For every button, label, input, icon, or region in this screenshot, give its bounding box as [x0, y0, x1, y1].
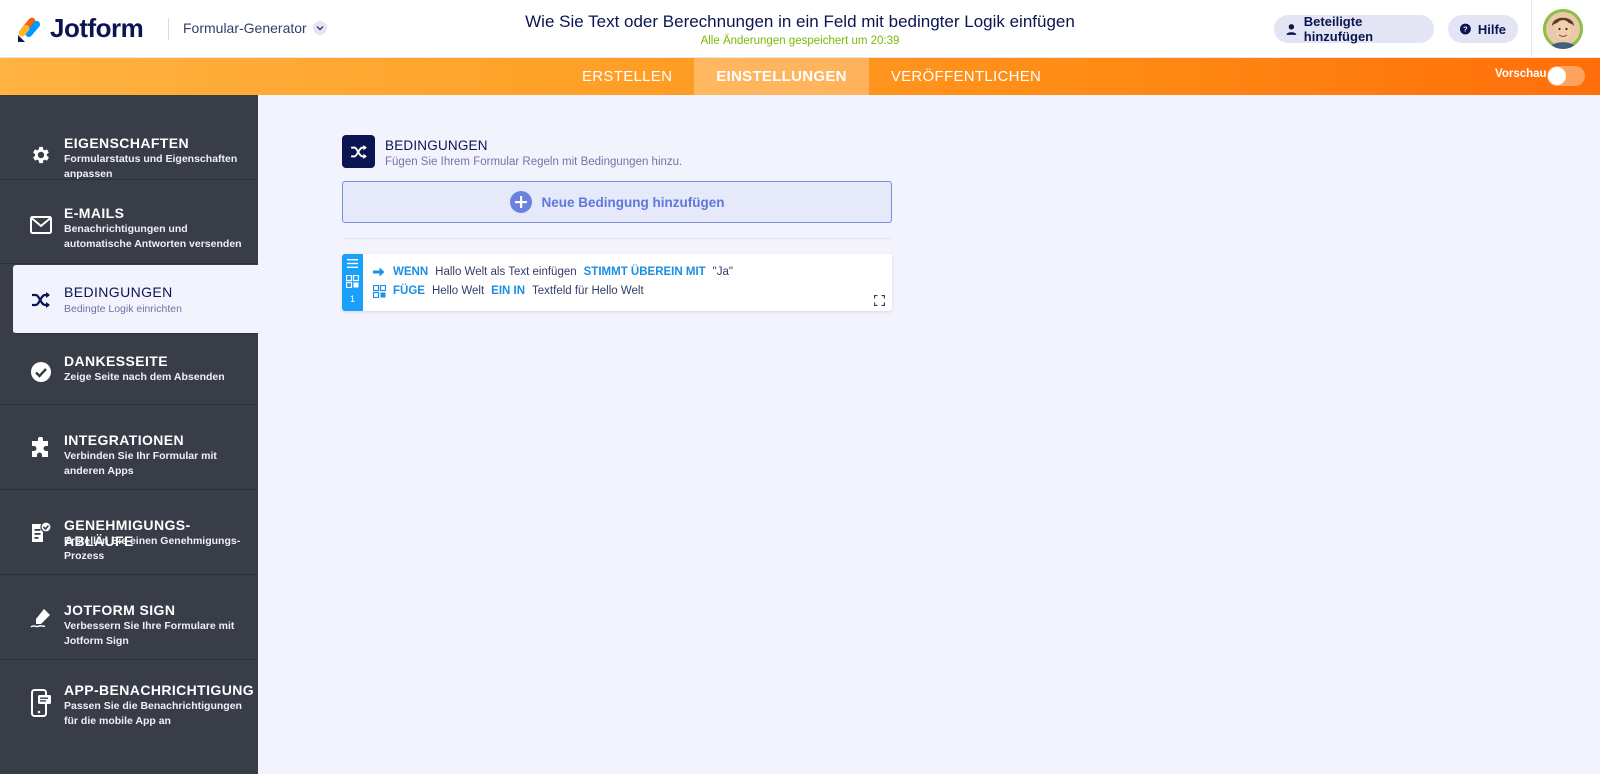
sidebar-item-desc: Benachrichtigungen und automatische Antw…: [64, 223, 242, 250]
drag-handle-icon: [347, 259, 358, 268]
settings-sidebar: EIGENSCHAFTEN Formularstatus und Eigensc…: [0, 95, 258, 774]
add-condition-label: Neue Bedingung hinzufügen: [541, 194, 725, 210]
approval-icon: [29, 521, 53, 545]
sidebar-item-title: INTEGRATIONEN: [64, 432, 185, 448]
builder-label: Formular-Generator: [183, 20, 307, 36]
pen-sign-icon: [29, 606, 53, 630]
sidebar-item-desc: Verbessern Sie Ihre Formulare mit Jotfor…: [64, 620, 235, 647]
conditions-badge: [342, 135, 375, 168]
sidebar-item-integrationen[interactable]: INTEGRATIONEN Verbinden Sie Ihr Formular…: [0, 406, 258, 490]
builder-navbar: ERSTELLEN EINSTELLUNGEN VERÖFFENTLICHEN …: [0, 58, 1600, 95]
sidebar-item-desc: Verbinden Sie Ihr Formular mit anderen A…: [64, 450, 217, 477]
form-title-area: Wie Sie Text oder Berechnungen in ein Fe…: [400, 12, 1200, 47]
logo-text: Jotform: [50, 13, 144, 43]
sidebar-item-bedingungen[interactable]: BEDINGUNGEN Bedingte Logik einrichten: [13, 265, 258, 334]
condition-rule[interactable]: 1 WENN Hallo Welt als Text einfügen STIM…: [342, 254, 892, 311]
sidebar-item-genehmigungs-ablaeufe[interactable]: GENEHMIGUNGS-ABLÄUFE Erstellen Sie einen…: [0, 491, 258, 575]
help-label: Hilfe: [1477, 21, 1506, 37]
sidebar-item-desc: Bedingte Logik einrichten: [64, 303, 182, 315]
rule-if-line: WENN Hallo Welt als Text einfügen STIMMT…: [372, 265, 733, 279]
tab-veroeffentlichen[interactable]: VERÖFFENTLICHEN: [869, 58, 1063, 95]
mobile-notification-icon: [29, 689, 53, 717]
conditions-subtitle: Fügen Sie Ihrem Formular Regeln mit Bedi…: [385, 156, 683, 168]
builder-dropdown[interactable]: Formular-Generator: [183, 20, 327, 36]
avatar[interactable]: [1543, 9, 1583, 49]
sidebar-item-eigenschaften[interactable]: EIGENSCHAFTEN Formularstatus und Eigensc…: [0, 95, 258, 180]
rule-type-icon: [346, 275, 359, 288]
jotform-logo[interactable]: Jotform: [16, 13, 144, 44]
sidebar-item-title: E-MAILS: [64, 205, 125, 221]
expand-icon[interactable]: [874, 295, 885, 306]
plus-circle-icon: [509, 191, 532, 213]
builder-tabs: ERSTELLEN EINSTELLUNGEN VERÖFFENTLICHEN: [560, 58, 1063, 95]
rule-target-field: Textfeld für Hello Welt: [532, 285, 644, 297]
help-button[interactable]: ? Hilfe: [1448, 15, 1518, 43]
rule-number: 1: [349, 294, 355, 304]
rule-action-line: FÜGE Hello Welt EIN IN Textfeld für Hell…: [372, 284, 644, 298]
add-condition-button[interactable]: Neue Bedingung hinzufügen: [342, 181, 892, 223]
check-circle-icon: [29, 360, 53, 384]
sidebar-item-app-benachrichtigung[interactable]: APP-BENACHRICHTIGUNG Passen Sie die Bena…: [0, 661, 258, 774]
rule-if-field: Hallo Welt als Text einfügen: [435, 266, 577, 278]
sidebar-item-desc: Formularstatus und Eigenschaften anpasse…: [64, 153, 238, 180]
preview-label: Vorschau: [1495, 68, 1547, 80]
rule-action-value: Hello Welt: [431, 285, 485, 297]
shuffle-icon: [350, 144, 367, 159]
calculation-grid-icon: [372, 284, 386, 298]
sidebar-item-desc: Zeige Seite nach dem Absenden: [64, 371, 225, 383]
rule-action-keyword: FÜGE: [393, 285, 425, 297]
sidebar-item-title: JOTFORM SIGN: [64, 602, 176, 618]
form-title[interactable]: Wie Sie Text oder Berechnungen in ein Fe…: [400, 12, 1200, 32]
tab-erstellen[interactable]: ERSTELLEN: [560, 58, 694, 95]
arrow-right-icon: [372, 265, 386, 279]
sidebar-item-title: DANKESSEITE: [64, 353, 168, 369]
rule-if-keyword: WENN: [393, 266, 429, 278]
toggle-knob: [1548, 67, 1566, 85]
preview-toggle[interactable]: [1547, 66, 1585, 86]
saved-status: Alle Änderungen gespeichert um 20:39: [700, 35, 900, 47]
question-circle-icon: ?: [1460, 23, 1471, 35]
chevron-down-icon: [312, 21, 327, 35]
rule-handle[interactable]: 1: [342, 254, 363, 311]
sidebar-item-emails[interactable]: E-MAILS Benachrichtigungen und automatis…: [0, 180, 258, 264]
tab-einstellungen[interactable]: EINSTELLUNGEN: [694, 58, 869, 95]
conditions-divider: [342, 238, 892, 239]
user-icon: [1286, 23, 1297, 35]
rule-operator: STIMMT ÜBEREIN MIT: [583, 266, 706, 278]
svg-text:?: ?: [1463, 25, 1468, 34]
rule-value: "Ja": [712, 266, 733, 278]
invite-label: Beteiligte hinzufügen: [1303, 14, 1374, 44]
sidebar-item-title: APP-BENACHRICHTIGUNG: [64, 682, 254, 698]
sidebar-item-desc: Erstellen Sie einen Genehmigungs-Prozess: [64, 535, 241, 562]
shuffle-icon: [29, 288, 53, 312]
sidebar-item-desc: Passen Sie die Benachrichtigungen für di…: [64, 700, 242, 727]
sidebar-item-jotform-sign[interactable]: JOTFORM SIGN Verbessern Sie Ihre Formula…: [0, 576, 258, 660]
rule-into-keyword: EIN IN: [491, 285, 526, 297]
conditions-title: BEDINGUNGEN: [385, 138, 488, 153]
sidebar-item-dankesseite[interactable]: DANKESSEITE Zeige Seite nach dem Absende…: [0, 335, 258, 405]
header-divider: [168, 18, 169, 40]
invite-collaborators-button[interactable]: Beteiligte hinzufügen: [1274, 14, 1434, 44]
gear-icon: [29, 143, 53, 167]
user-avatar-icon: [1543, 9, 1583, 49]
puzzle-icon: [29, 436, 53, 460]
sidebar-item-title: BEDINGUNGEN: [64, 284, 173, 300]
top-header: Jotform Formular-Generator Wie Sie Text …: [0, 0, 1600, 58]
jotform-logo-icon: [18, 17, 41, 42]
sidebar-item-title: EIGENSCHAFTEN: [64, 135, 189, 151]
header-divider-right: [1531, 0, 1532, 58]
envelope-icon: [29, 213, 53, 237]
